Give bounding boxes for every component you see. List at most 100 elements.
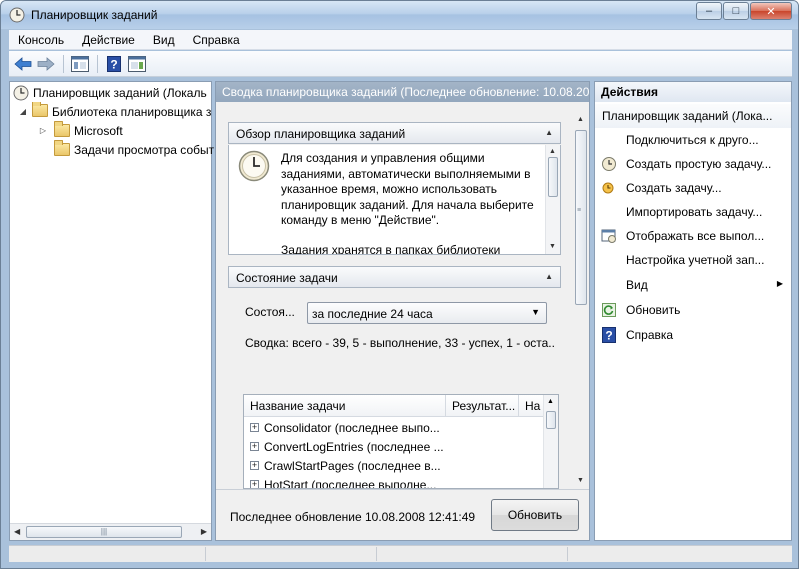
scroll-thumb[interactable] [548, 157, 558, 197]
action-create-task[interactable]: Создать задачу... [595, 176, 791, 199]
action-view[interactable]: Вид ▶ [595, 273, 791, 296]
menu-view[interactable]: Вид [144, 30, 184, 49]
overview-scrollbar[interactable]: ▲ ▼ [545, 145, 560, 254]
scroll-left-icon[interactable]: ◀ [14, 527, 20, 536]
scroll-thumb[interactable]: ||| [26, 526, 182, 538]
scroll-grip-icon: ≡ [577, 207, 582, 214]
actions-group-header[interactable]: Планировщик заданий (Лока... [595, 104, 791, 128]
tree-item-label: Планировщик заданий (Локаль [33, 85, 207, 100]
section-title: Состояние задачи [236, 271, 338, 285]
scroll-up-icon[interactable]: ▲ [577, 116, 584, 123]
action-refresh[interactable]: Обновить [595, 298, 791, 321]
tree-item-library[interactable]: ◢ Библиотека планировщика з [18, 102, 219, 121]
action-connect[interactable]: Подключиться к друго... [595, 128, 791, 151]
summary-scrollbar[interactable]: ▲ ≡ ▼ [573, 102, 589, 492]
section-title: Обзор планировщика заданий [236, 127, 406, 141]
back-button[interactable] [13, 54, 33, 74]
expand-arrow-icon[interactable]: ▷ [38, 126, 48, 136]
overview-content: Для создания и управления общими задания… [228, 145, 561, 255]
summary-footer: Последнее обновление 10.08.2008 12:41:49… [216, 489, 589, 540]
show-console-tree-button[interactable] [70, 54, 90, 74]
tree-item-label: Библиотека планировщика з [52, 104, 212, 119]
status-summary: Сводка: всего - 39, 5 - выполнение, 33 -… [245, 336, 555, 350]
status-separator [376, 547, 377, 561]
action-import-task[interactable]: Импортировать задачу... [595, 200, 791, 223]
expand-plus-icon[interactable]: + [250, 480, 259, 488]
collapse-arrow-icon[interactable]: ◢ [18, 107, 28, 117]
menu-console[interactable]: Консоль [9, 30, 73, 49]
status-separator [205, 547, 206, 561]
blank-icon [601, 204, 617, 220]
toolbar-separator [63, 54, 64, 73]
collapse-caret-icon[interactable]: ▲ [545, 128, 553, 137]
action-display-running[interactable]: Отображать все выпол... [595, 224, 791, 247]
overview-section-header[interactable]: Обзор планировщика заданий ▲ [228, 122, 561, 144]
action-account-settings[interactable]: Настройка учетной зап... [595, 248, 791, 271]
task-status-section-header[interactable]: Состояние задачи ▲ [228, 266, 561, 288]
app-window: Планировщик заданий – □ ✕ Консоль Действ… [0, 0, 799, 569]
status-bar [9, 545, 792, 562]
title-bar[interactable]: Планировщик заданий – □ ✕ [1, 1, 798, 29]
close-icon: ✕ [766, 5, 776, 18]
back-arrow-icon [14, 56, 32, 71]
minimize-icon: – [705, 5, 713, 17]
close-button[interactable]: ✕ [750, 2, 792, 20]
scroll-up-icon[interactable]: ▲ [549, 148, 556, 155]
clock-wizard-icon [601, 156, 617, 172]
column-header-task-name[interactable]: Название задачи [244, 395, 446, 416]
action-label: Создать простую задачу... [626, 156, 772, 171]
tree-item-task-scheduler[interactable]: Планировщик заданий (Локаль [13, 83, 214, 102]
scroll-down-icon[interactable]: ▼ [549, 243, 556, 250]
task-clock-icon [601, 180, 617, 196]
action-create-basic-task[interactable]: Создать простую задачу... [595, 152, 791, 175]
scroll-up-icon[interactable]: ▲ [547, 398, 554, 405]
expand-plus-icon[interactable]: + [250, 423, 259, 432]
scroll-thumb[interactable] [575, 130, 587, 305]
chevron-down-icon: ▼ [531, 307, 540, 317]
help-button[interactable]: ? [104, 54, 124, 74]
expand-plus-icon[interactable]: + [250, 442, 259, 451]
minimize-button[interactable]: – [696, 2, 722, 20]
table-scrollbar[interactable]: ▲ [543, 395, 558, 488]
status-period-dropdown[interactable]: за последние 24 часа ▼ [307, 302, 547, 324]
clock-icon [238, 150, 270, 182]
table-row[interactable]: + Consolidator (последнее выпо... [250, 418, 445, 437]
scroll-thumb[interactable] [546, 411, 556, 429]
expand-plus-icon[interactable]: + [250, 461, 259, 470]
forward-button[interactable] [36, 54, 56, 74]
table-row[interactable]: + ConvertLogEntries (последнее ... [250, 437, 445, 456]
show-action-pane-button[interactable] [127, 54, 147, 74]
tree-item-microsoft[interactable]: ▷ Microsoft [38, 121, 239, 140]
forward-arrow-icon [37, 56, 55, 71]
overview-description: Для создания и управления общими задания… [281, 151, 534, 227]
action-label: Настройка учетной зап... [626, 252, 765, 267]
status-filter-label: Состоя... [245, 305, 295, 319]
collapse-caret-icon[interactable]: ▲ [545, 272, 553, 281]
blank-icon [601, 252, 617, 268]
action-label: Импортировать задачу... [626, 204, 763, 219]
refresh-icon [601, 302, 617, 318]
svg-text:?: ? [110, 57, 117, 71]
task-name: Consolidator (последнее выпо... [264, 420, 440, 435]
task-name: CrawlStartPages (последнее в... [264, 458, 441, 473]
scroll-right-icon[interactable]: ▶ [201, 527, 207, 536]
window-controls: – □ ✕ [695, 2, 792, 20]
tree-item-label: Microsoft [74, 123, 123, 138]
column-header-result[interactable]: Результат... [446, 395, 519, 416]
refresh-button[interactable]: Обновить [491, 499, 579, 531]
table-row[interactable]: + HotStart (последнее выполне... [250, 475, 445, 488]
task-status-table: Название задачи Результат... На + Consol… [243, 394, 559, 489]
menu-action[interactable]: Действие [73, 30, 144, 49]
folder-clock-icon [32, 102, 48, 120]
summary-pane: Сводка планировщика заданий (Последнее о… [215, 81, 590, 541]
maximize-button[interactable]: □ [723, 2, 749, 20]
maximize-icon: □ [732, 5, 740, 17]
clock-icon [13, 85, 29, 100]
action-help[interactable]: ? Справка [595, 323, 791, 346]
menu-help[interactable]: Справка [184, 30, 249, 49]
dropdown-value: за последние 24 часа [312, 307, 433, 321]
table-row[interactable]: + CrawlStartPages (последнее в... [250, 456, 445, 475]
horizontal-scrollbar[interactable]: ◀ ||| ▶ [10, 523, 211, 540]
column-header-start[interactable]: На [519, 395, 544, 416]
scroll-down-icon[interactable]: ▼ [577, 477, 584, 484]
